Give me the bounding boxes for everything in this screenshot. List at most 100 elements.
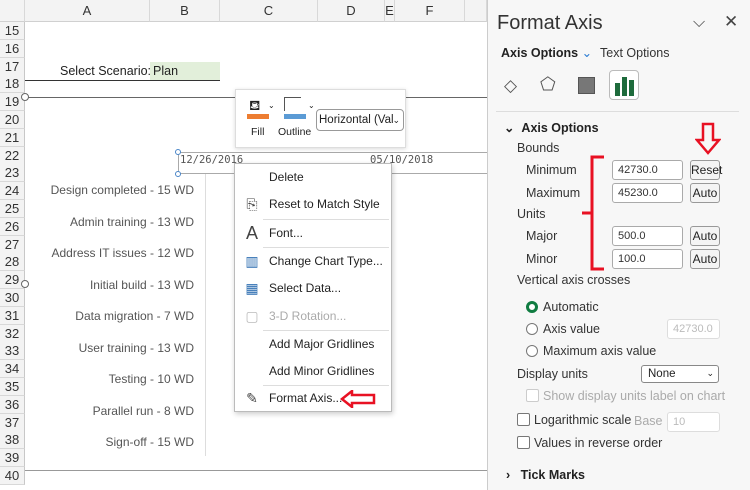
row-header[interactable]: 27 [0, 235, 25, 254]
task-label: Initial build - 13 WD [89, 277, 194, 292]
show-units-label-text: Show display units label on chart [543, 389, 726, 403]
axis-value-radio[interactable] [526, 323, 538, 335]
maximum-label: Maximum [526, 186, 581, 200]
chevron-down-icon: ⌄ [268, 101, 275, 110]
select-all-corner[interactable] [0, 0, 25, 22]
section-tick-marks[interactable]: › Tick Marks [506, 468, 585, 482]
row-header[interactable]: 39 [0, 449, 25, 468]
minimum-reset-button[interactable]: Reset [690, 160, 722, 180]
menu-item[interactable]: Delete [234, 164, 392, 190]
menu-item[interactable]: ⎘ Reset to Match Style [234, 191, 392, 217]
row-header[interactable]: 30 [0, 289, 25, 307]
minor-input[interactable]: 100.0 [612, 249, 683, 269]
menu-separator [263, 330, 389, 331]
vertical-axis-crosses-label: Vertical axis crosses [517, 273, 631, 287]
menu-item[interactable]: Add Major Gridlines [234, 331, 392, 357]
row-header[interactable]: 26 [0, 217, 25, 236]
menu-item-label: Reset to Match Style [269, 197, 380, 211]
section-axis-options[interactable]: ⌄ Axis Options [504, 120, 599, 135]
column-header-b[interactable]: B [150, 0, 220, 22]
tab-axis-options[interactable]: Axis Options ⌄ [501, 45, 592, 60]
outline-button[interactable]: ⌄ Outline [278, 95, 316, 141]
maximum-auto-button[interactable]: Auto [690, 183, 720, 203]
column-header-f[interactable]: F [395, 0, 465, 22]
row-header[interactable]: 33 [0, 342, 25, 361]
row-header[interactable]: 36 [0, 395, 25, 414]
task-label: Sign-off - 15 WD [105, 435, 194, 449]
menu-item[interactable]: ▦ Select Data... [234, 275, 392, 301]
logarithmic-scale-checkbox[interactable] [517, 413, 530, 426]
row-header[interactable]: 21 [0, 128, 25, 147]
scenario-cell[interactable]: Plan [150, 62, 220, 80]
chart-type-icon: ▥ [245, 253, 259, 269]
row-header[interactable]: 31 [0, 306, 25, 325]
close-icon[interactable]: ✕ [724, 12, 738, 32]
chart-resize-handle[interactable] [21, 280, 29, 288]
section-title: Axis Options [521, 121, 599, 135]
row-header[interactable]: 32 [0, 324, 25, 343]
row-header[interactable]: 40 [0, 467, 25, 485]
column-header-d[interactable]: D [318, 0, 385, 22]
column-header-g[interactable] [465, 0, 487, 22]
row-header[interactable]: 17 [0, 57, 25, 76]
pane-options-chevron-icon[interactable]: ⌵ [693, 14, 705, 32]
chart-element-select[interactable]: Horizontal (Val ⌄ [316, 109, 404, 131]
row-header[interactable]: 16 [0, 39, 25, 58]
row-header[interactable]: 20 [0, 111, 25, 129]
column-header-a[interactable]: A [25, 0, 150, 22]
size-properties-icon[interactable] [578, 77, 595, 94]
menu-item[interactable]: ▢ 3-D Rotation... [234, 303, 392, 329]
minimum-input[interactable]: 42730.0 [612, 160, 683, 180]
menu-separator [263, 219, 389, 220]
maximum-axis-value-radio[interactable] [526, 345, 538, 357]
selection-handle[interactable] [175, 171, 181, 177]
row-header[interactable]: 28 [0, 253, 25, 272]
row-header[interactable]: 35 [0, 378, 25, 396]
chevron-down-icon: ⌄ [706, 368, 714, 378]
menu-item-label: Change Chart Type... [269, 254, 383, 268]
reverse-order-checkbox[interactable] [517, 436, 530, 449]
row-header[interactable]: 23 [0, 164, 25, 183]
show-units-label-checkbox[interactable] [526, 389, 539, 402]
menu-item[interactable]: ▥ Change Chart Type... [234, 248, 392, 274]
red-arrow-annotation [340, 390, 376, 408]
red-arrow-annotation [695, 122, 721, 155]
row-header[interactable]: 34 [0, 360, 25, 379]
column-header-e[interactable]: E [385, 0, 395, 22]
row-header[interactable]: 15 [0, 22, 25, 40]
chevron-down-icon: ⌄ [308, 101, 315, 110]
base-input[interactable]: 10 [667, 412, 720, 432]
row-header[interactable]: 25 [0, 200, 25, 218]
select-data-icon: ▦ [245, 280, 259, 296]
fill-button[interactable]: ⛾ ⌄ Fill [245, 95, 275, 141]
major-input[interactable]: 500.0 [612, 226, 683, 246]
major-auto-button[interactable]: Auto [690, 226, 720, 246]
display-units-select[interactable]: None ⌄ [641, 365, 719, 383]
chevron-down-icon: ⌄ [392, 115, 400, 125]
row-header[interactable]: 24 [0, 182, 25, 201]
row-header[interactable]: 37 [0, 413, 25, 432]
vertical-axis-line [205, 174, 206, 456]
axis-options-chart-icon[interactable] [609, 70, 639, 100]
minor-auto-button[interactable]: Auto [690, 249, 720, 269]
column-header-c[interactable]: C [220, 0, 318, 22]
menu-item[interactable]: A Font... [234, 220, 392, 246]
maximum-input[interactable]: 45230.0 [612, 183, 683, 203]
effects-pentagon-icon[interactable]: ⬠ [540, 74, 556, 95]
row-header[interactable]: 18 [0, 75, 25, 94]
tab-axis-options-label: Axis Options [501, 46, 579, 60]
bounds-label: Bounds [517, 141, 560, 155]
axis-value-input[interactable]: 42730.0 [667, 319, 720, 339]
row-header[interactable]: 22 [0, 146, 25, 165]
divider [496, 111, 739, 112]
automatic-radio[interactable] [526, 301, 538, 313]
fill-line-icon[interactable]: ◇ [504, 76, 517, 96]
tab-text-options[interactable]: Text Options [600, 46, 669, 60]
chart-element-value: Horizontal (Val [319, 114, 394, 126]
menu-item-label: Add Major Gridlines [269, 337, 375, 351]
fill-color-swatch [247, 114, 269, 119]
chart-resize-handle[interactable] [21, 93, 29, 101]
row-header[interactable]: 38 [0, 431, 25, 450]
menu-item[interactable]: Add Minor Gridlines [234, 358, 392, 384]
fill-label: Fill [251, 126, 265, 138]
